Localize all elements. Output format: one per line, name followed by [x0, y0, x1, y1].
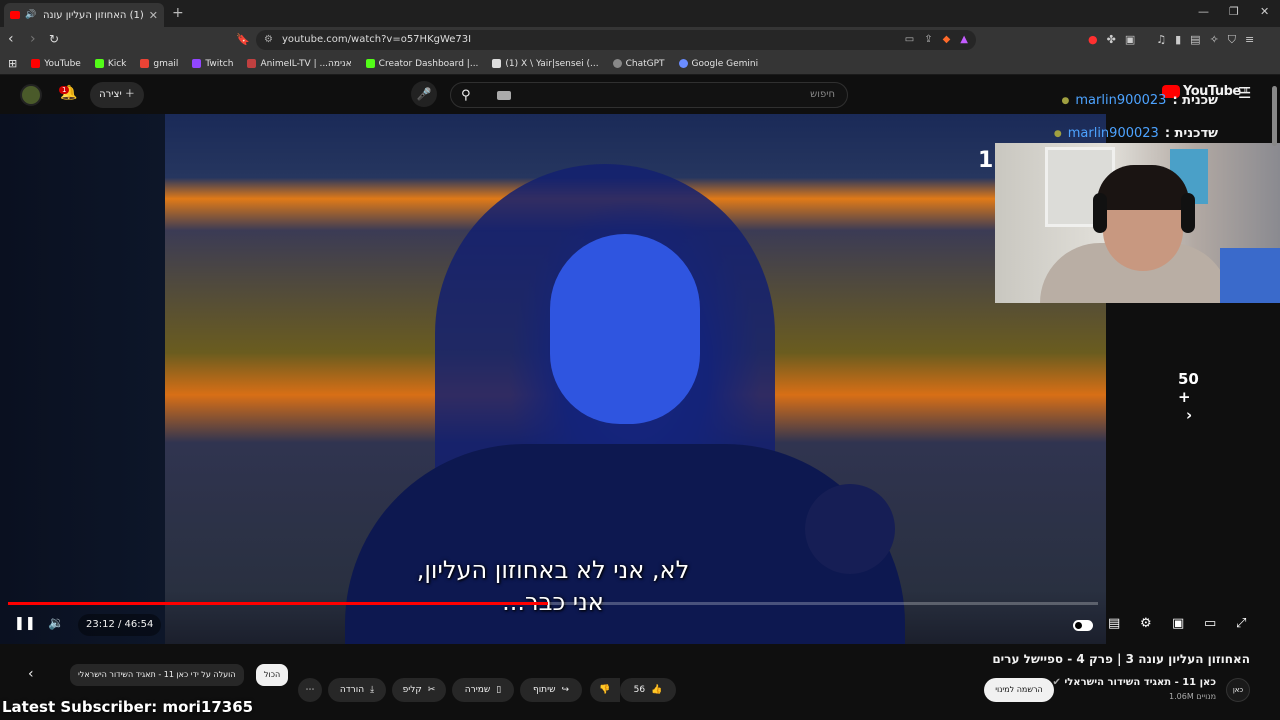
- chat-message: שכנית : marlin900023 ●: [998, 86, 1218, 119]
- leo-ai-icon[interactable]: ✧: [1210, 33, 1219, 47]
- browser-tab-strip: 🔊 (1) האחוזון העליון עונה 3 | פרק ✕ + — …: [0, 0, 1280, 27]
- user-badge-icon: ●: [1061, 96, 1070, 106]
- guide-menu-icon[interactable]: ☰: [1238, 84, 1251, 102]
- chevron-right-icon: ›: [1186, 406, 1193, 424]
- pause-icon[interactable]: ❚❚: [14, 616, 36, 631]
- video-player[interactable]: לא, אני לא באחוזון העליון, אני כבר... 50…: [0, 114, 1246, 644]
- chip-uploaded-by[interactable]: הועלה על ידי כאן 11 - תאגיד השידור הישרא…: [70, 664, 244, 686]
- like-button[interactable]: 56 👍: [620, 678, 676, 702]
- account-avatar[interactable]: [20, 84, 42, 106]
- chip-all[interactable]: הכול: [256, 664, 289, 686]
- sidebar-icon[interactable]: ▮: [1175, 33, 1181, 47]
- bookmarks-bar: ⊞ YouTube Kick gmail Twitch AnimeIL-TV |…: [0, 53, 1280, 75]
- share-button[interactable]: שיתוף ↪: [520, 678, 582, 702]
- bookmark-gmail[interactable]: gmail: [140, 59, 178, 69]
- minimize-icon[interactable]: —: [1198, 5, 1209, 18]
- scissors-icon: ✂: [427, 685, 436, 695]
- reload-icon[interactable]: ↻: [49, 32, 59, 46]
- new-tab-button[interactable]: +: [172, 5, 184, 21]
- webcam-overlay: [995, 143, 1280, 303]
- puzzle-icon[interactable]: ✤: [1107, 33, 1116, 47]
- forward-icon[interactable]: ›: [30, 31, 36, 47]
- save-button[interactable]: שמירה ▯: [452, 678, 514, 702]
- record-extension-icon[interactable]: ●: [1088, 33, 1098, 47]
- progress-bar[interactable]: [8, 602, 1098, 605]
- clip-button[interactable]: קליפ ✂: [392, 678, 446, 702]
- apps-grid-icon[interactable]: ⊞: [8, 57, 17, 70]
- subscriber-count: 1.06M מנויים: [1169, 692, 1216, 701]
- settings-gear-icon[interactable]: ⚙: [1140, 616, 1152, 631]
- bookmark-youtube[interactable]: YouTube: [31, 59, 81, 69]
- page-scrollbar[interactable]: [1272, 86, 1277, 146]
- subtitles-icon[interactable]: ▤: [1108, 616, 1120, 631]
- autoplay-toggle[interactable]: [1073, 620, 1093, 631]
- close-window-icon[interactable]: ✕: [1260, 5, 1269, 18]
- url-text: youtube.com/watch?v=o57HKgWe73I: [282, 34, 472, 45]
- vpn-icon[interactable]: ⛉: [1228, 33, 1236, 47]
- share-icon[interactable]: ⇪: [924, 30, 932, 50]
- create-button[interactable]: יצירה ＋: [90, 82, 144, 108]
- thumbs-down-icon: 👎: [599, 685, 611, 695]
- youtube-favicon-icon: [10, 11, 20, 19]
- plus-icon: ＋: [124, 89, 135, 100]
- channel-name[interactable]: כאן 11 - תאגיד השידור הישראלי ✔: [1052, 677, 1216, 688]
- speaker-icon[interactable]: 🔊: [25, 10, 36, 20]
- miniplayer-icon[interactable]: ▣: [1172, 616, 1184, 631]
- search-box[interactable]: ⚲ חיפוש: [450, 82, 848, 108]
- music-icon[interactable]: ♫: [1156, 33, 1166, 47]
- brave-shield-icon[interactable]: ◆: [943, 30, 951, 50]
- player-controls: ❚❚ 🔉 23:12 / 46:54 ▤ ⚙ ▣ ▭ ⤢: [0, 612, 1280, 640]
- site-info-icon[interactable]: ⚙: [264, 30, 273, 50]
- browser-tab-youtube[interactable]: 🔊 (1) האחוזון העליון עונה 3 | פרק ✕: [4, 3, 164, 27]
- voice-search-icon[interactable]: 🎤: [411, 81, 437, 107]
- time-display: 23:12 / 46:54: [78, 614, 162, 636]
- extensions-bar: ● ✤ ▣ ♫ ▮ ▤ ✧ ⛉ ≡: [1088, 33, 1254, 47]
- dislike-button[interactable]: 👎: [590, 678, 620, 702]
- volume-icon[interactable]: 🔉: [48, 616, 64, 631]
- bookmark-save-icon: ▯: [496, 685, 502, 695]
- bookmark-icon[interactable]: 🔖: [236, 33, 250, 46]
- restore-icon[interactable]: ❐: [1229, 5, 1239, 18]
- subscribe-button[interactable]: הרשמה למינוי: [984, 678, 1054, 702]
- subtitle-line-1: לא, אני לא באחוזון העליון,: [416, 556, 690, 584]
- more-dots-icon: ⋯: [305, 685, 315, 695]
- progress-fill: [8, 602, 548, 605]
- wallet-icon[interactable]: ▤: [1190, 33, 1200, 47]
- browser-toolbar: ‹ › ↻ 🔖 ⚙ youtube.com/watch?v=o57HKgWe73…: [0, 27, 1280, 53]
- download-button[interactable]: הורדה ⤓: [328, 678, 386, 702]
- bookmark-twitch[interactable]: Twitch: [192, 59, 233, 69]
- bookmark-chatgpt[interactable]: ChatGPT: [612, 59, 665, 69]
- search-icon[interactable]: ⚲: [461, 88, 471, 103]
- bookmark-gemini[interactable]: Google Gemini: [678, 59, 758, 69]
- download-icon: ⤓: [370, 685, 375, 695]
- chips-scroll-left-icon[interactable]: ‹: [28, 666, 34, 682]
- bookmark-creator-dashboard[interactable]: Creator Dashboard |...: [365, 59, 478, 69]
- skip-ahead-hint[interactable]: 50 + ›: [1178, 370, 1199, 424]
- channel-avatar[interactable]: כאן: [1226, 678, 1250, 702]
- rewards-icon[interactable]: ▲: [960, 30, 968, 50]
- video-title: האחוזון העליון עונה 3 | פרק 4 - ספיישל ע…: [992, 652, 1250, 666]
- thumbs-up-icon: 👍: [651, 685, 663, 695]
- tab-title: (1) האחוזון העליון עונה 3 | פרק: [41, 9, 144, 21]
- bookmark-animeil[interactable]: AnimeIL-TV | ...אנימה: [247, 59, 352, 69]
- share-arrow-icon: ↪: [561, 685, 570, 695]
- overlay-counter: 1: [978, 148, 994, 173]
- search-placeholder: חיפוש: [810, 89, 835, 100]
- keyboard-icon[interactable]: [497, 91, 511, 100]
- bookmark-x[interactable]: (1) X \ Yair|sensei (...: [492, 59, 599, 69]
- close-tab-icon[interactable]: ✕: [149, 9, 158, 22]
- translate-icon[interactable]: ▣: [1125, 33, 1135, 47]
- more-actions-button[interactable]: ⋯: [298, 678, 322, 702]
- address-bar[interactable]: ⚙ youtube.com/watch?v=o57HKgWe73I ▭ ⇪ ◆ …: [256, 30, 976, 50]
- latest-subscriber-overlay: Latest Subscriber: mori17365: [2, 698, 254, 716]
- back-icon[interactable]: ‹: [8, 31, 14, 47]
- cast-icon[interactable]: ▭: [905, 30, 914, 50]
- menu-icon[interactable]: ≡: [1245, 33, 1254, 47]
- fullscreen-icon[interactable]: ⤢: [1236, 616, 1246, 631]
- bookmark-kick[interactable]: Kick: [94, 59, 126, 69]
- cast-device-icon[interactable]: ▭: [1204, 616, 1216, 631]
